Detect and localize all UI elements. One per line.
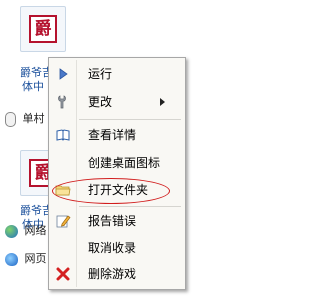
web-link-2[interactable]: 网页	[5, 250, 48, 268]
menu-item-create-shortcut-label: 创建桌面图标	[88, 156, 161, 170]
web-link-2-label: 网页	[24, 252, 47, 265]
menu-item-unlist[interactable]: 取消收录	[51, 236, 183, 260]
game-tile-top-name-2: 体中	[22, 80, 44, 93]
wrench-icon	[58, 95, 66, 109]
menu-item-delete-game-label: 删除游戏	[88, 267, 137, 281]
menu-item-run[interactable]: 运行	[51, 62, 183, 86]
red-x-icon	[56, 267, 70, 281]
play-icon	[59, 68, 68, 80]
menu-item-report-error-label: 报告错误	[88, 214, 137, 228]
game-tile-bottom-name-1: 爵爷吉	[20, 204, 48, 217]
menu-item-view-details-label: 查看详情	[88, 128, 137, 142]
mouse-icon	[5, 111, 16, 127]
submenu-arrow-icon	[160, 98, 165, 106]
menu-separator	[79, 119, 181, 120]
menu-item-report-error[interactable]: 报告错误	[51, 209, 183, 233]
menu-item-open-folder[interactable]: 打开文件夹	[51, 178, 183, 202]
globe-icon	[5, 224, 18, 238]
game-logo-icon: 爵	[29, 15, 57, 43]
web-link-1-label: 网络	[24, 224, 47, 237]
book-icon	[56, 129, 70, 141]
pencil-icon	[56, 215, 71, 228]
menu-item-change-label: 更改	[88, 95, 113, 109]
context-menu: 运行 更改 查看详情 创建桌面图标 打开文件夹 报告错误 取消收录 删除游戏	[48, 57, 186, 290]
menu-item-view-details[interactable]: 查看详情	[51, 123, 183, 147]
menu-item-unlist-label: 取消收录	[88, 241, 137, 255]
menu-item-open-folder-label: 打开文件夹	[88, 183, 149, 197]
menu-item-create-shortcut[interactable]: 创建桌面图标	[51, 151, 183, 175]
menu-separator	[79, 206, 181, 207]
menu-item-change[interactable]: 更改	[51, 90, 183, 114]
ie-icon	[5, 252, 18, 266]
web-link-1[interactable]: 网络	[5, 222, 48, 240]
folder-icon	[55, 185, 71, 196]
menu-item-delete-game[interactable]: 删除游戏	[51, 262, 183, 286]
game-tile-top-name-1: 爵爷吉	[20, 66, 48, 79]
mouse-item[interactable]: 单村	[5, 110, 48, 128]
game-tile-top[interactable]: 爵	[20, 6, 66, 52]
mouse-item-label: 单村	[22, 112, 45, 125]
menu-item-run-label: 运行	[88, 67, 113, 81]
